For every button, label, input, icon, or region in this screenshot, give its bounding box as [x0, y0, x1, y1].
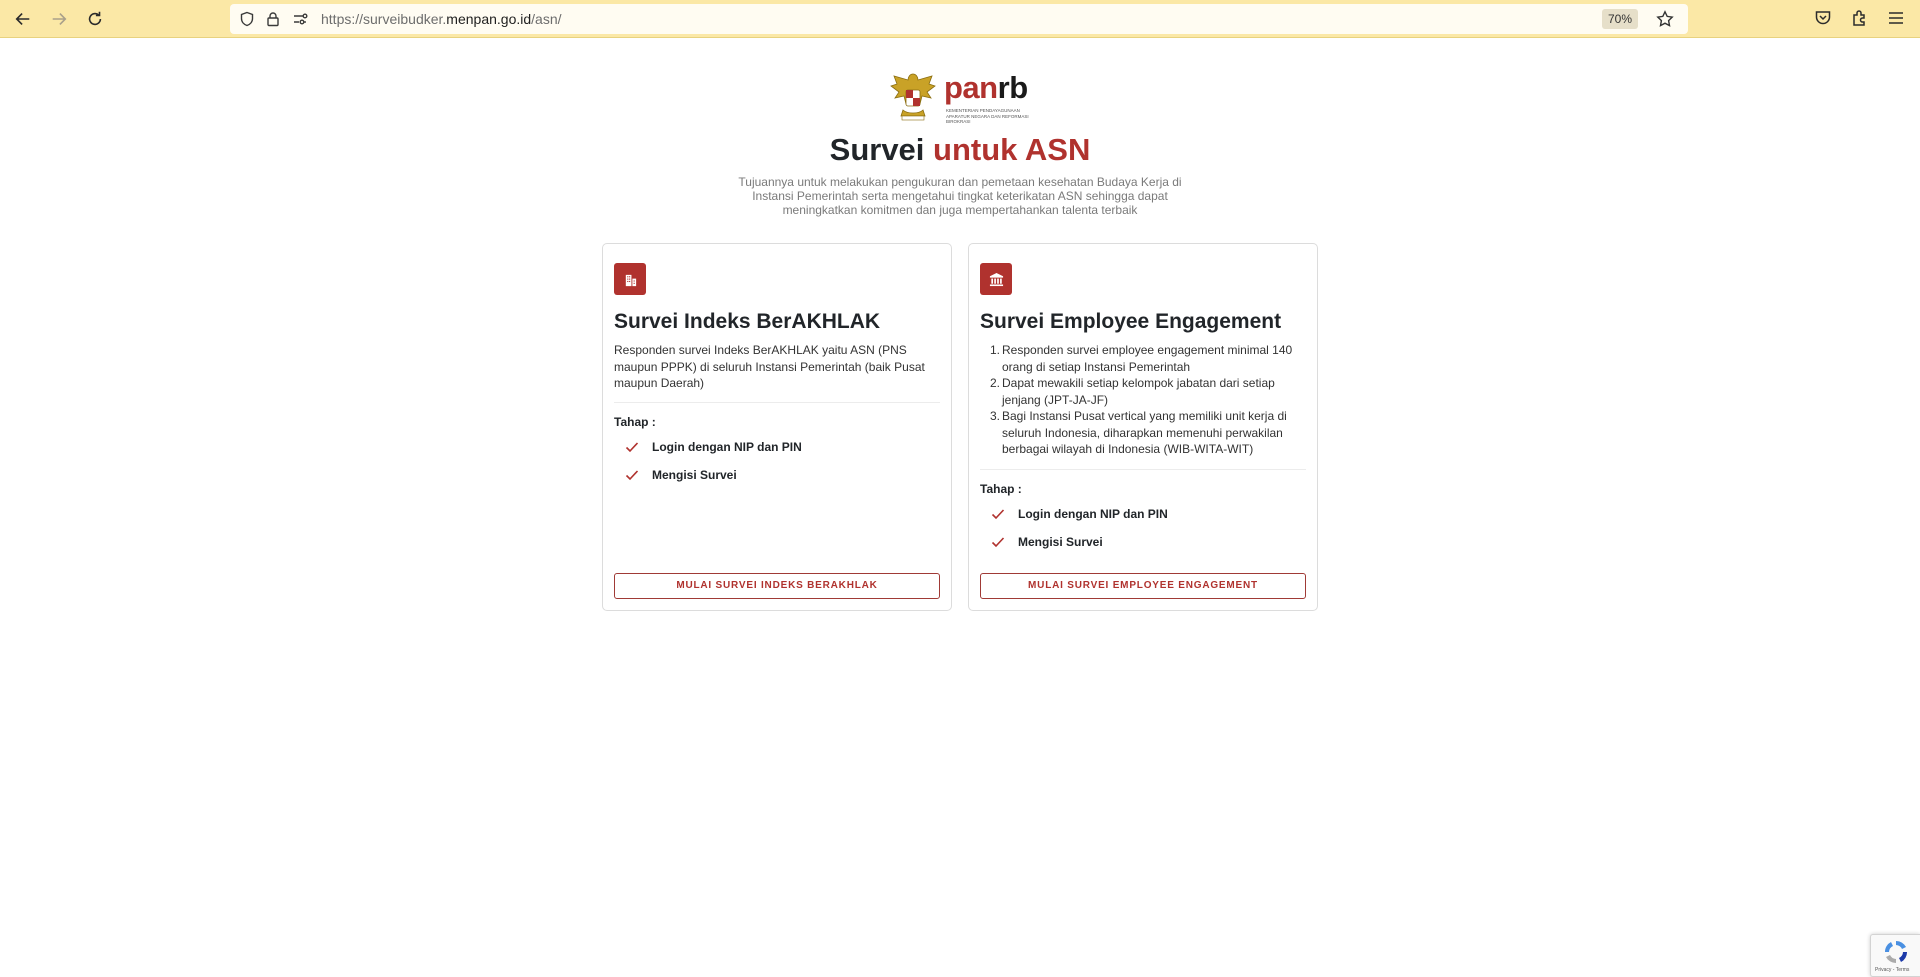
logo-wordmark: panrb: [944, 70, 1028, 105]
list-item: 1. Responden survei employee engagement m…: [990, 343, 1293, 374]
divider: [980, 469, 1306, 470]
shield-icon[interactable]: [239, 11, 255, 27]
url-bar[interactable]: https://surveibudker.menpan.go.id/asn/ 7…: [230, 4, 1688, 34]
page-title: Survei untuk ASN: [829, 132, 1091, 167]
start-employee-engagement-button[interactable]: MULAI SURVEI EMPLOYEE ENGAGEMENT: [980, 573, 1306, 599]
logo-subtitle: Kementerian Pendayagunaan Aparatur Negar…: [946, 108, 1029, 124]
recaptcha-links[interactable]: Privacy - Terms: [1875, 967, 1909, 973]
back-arrow-icon[interactable]: [10, 6, 36, 32]
check-icon: [991, 507, 1005, 521]
institution-icon: [980, 263, 1012, 295]
step-item: Login dengan NIP dan PIN: [625, 440, 802, 454]
recaptcha-icon: [1884, 940, 1908, 964]
check-icon: [625, 468, 639, 482]
card-employee-engagement: Survei Employee Engagement 1. Responden s…: [968, 243, 1318, 611]
check-icon: [625, 440, 639, 454]
card-indeks-berakhlak: Survei Indeks BerAKHLAK Responden survei…: [602, 243, 952, 611]
panrb-logo: panrb Kementerian Pendayagunaan Aparatur…: [888, 70, 1030, 126]
step-item: Mengisi Survei: [991, 535, 1103, 549]
tahap-label: Tahap :: [614, 415, 656, 429]
step-text: Mengisi Survei: [1018, 535, 1103, 549]
forward-arrow-icon[interactable]: [46, 6, 72, 32]
url-text[interactable]: https://surveibudker.menpan.go.id/asn/: [321, 11, 562, 27]
card-title: Survei Employee Engagement: [980, 310, 1282, 333]
browser-toolbar: https://surveibudker.menpan.go.id/asn/ 7…: [0, 0, 1920, 38]
list-item: 2. Dapat mewakili setiap kelompok jabatan…: [990, 376, 1275, 407]
building-icon: [614, 263, 646, 295]
bookmark-star-icon[interactable]: [1656, 10, 1674, 28]
menu-hamburger-icon[interactable]: [1887, 9, 1907, 29]
reload-icon[interactable]: [82, 6, 108, 32]
garuda-emblem-icon: [890, 73, 936, 121]
extensions-icon[interactable]: [1851, 9, 1871, 29]
start-indeks-berakhlak-button[interactable]: MULAI SURVEI INDEKS BERAKHLAK: [614, 573, 940, 599]
step-text: Login dengan NIP dan PIN: [1018, 507, 1168, 521]
check-icon: [991, 535, 1005, 549]
tahap-label: Tahap :: [980, 482, 1022, 496]
card-title: Survei Indeks BerAKHLAK: [614, 310, 881, 333]
lock-icon[interactable]: [265, 11, 281, 27]
requirements-list: 1. Responden survei employee engagement m…: [980, 342, 1306, 458]
permissions-icon[interactable]: [292, 11, 308, 27]
pocket-icon[interactable]: [1814, 9, 1834, 29]
step-item: Mengisi Survei: [625, 468, 737, 482]
step-text: Mengisi Survei: [652, 468, 737, 482]
card-description: Responden survei Indeks BerAKHLAK yaitu …: [614, 343, 925, 390]
recaptcha-badge[interactable]: Privacy - Terms: [1870, 934, 1920, 977]
zoom-level-badge[interactable]: 70%: [1601, 9, 1638, 29]
step-item: Login dengan NIP dan PIN: [991, 507, 1168, 521]
divider: [614, 402, 940, 403]
page-description: Tujuannya untuk melakukan pengukuran dan…: [738, 175, 1182, 217]
list-item: 3. Bagi Instansi Pusat vertical yang memi…: [990, 409, 1287, 456]
step-text: Login dengan NIP dan PIN: [652, 440, 802, 454]
